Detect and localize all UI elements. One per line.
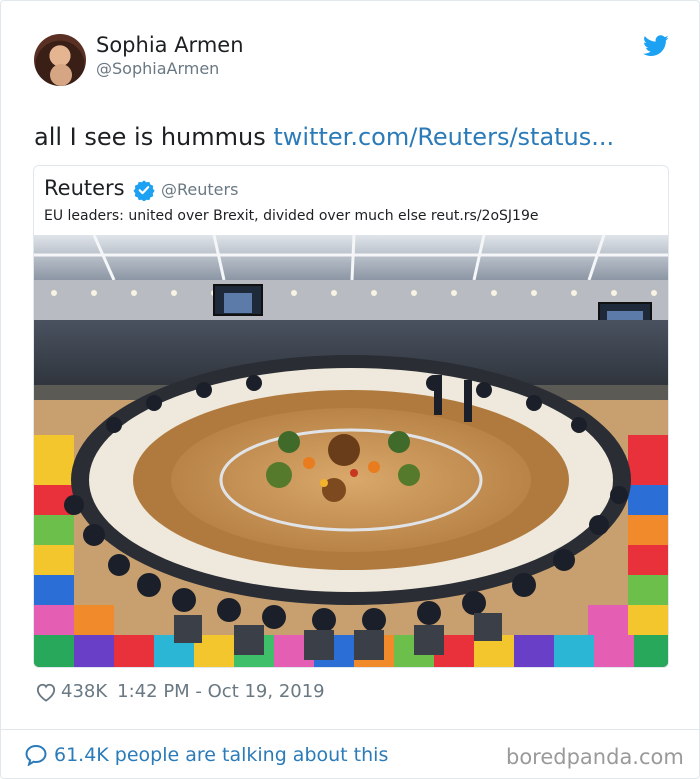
conversation-link[interactable]: 61.4K people are talking about this	[24, 744, 388, 766]
tweet-body: all I see is hummus	[34, 123, 266, 151]
tweet-timestamp[interactable]: 1:42 PM - Oct 19, 2019	[117, 681, 324, 702]
quoted-tweet-text: EU leaders: united over Brexit, divided …	[44, 208, 539, 224]
quoted-tweet[interactable]: Reuters @Reuters EU leaders: united over…	[33, 165, 669, 668]
like-count[interactable]: 438K	[61, 681, 107, 702]
footer-divider	[1, 729, 699, 730]
watermark: boredpanda.com	[506, 745, 684, 769]
author-name[interactable]: Sophia Armen	[96, 33, 244, 57]
quoted-tweet-photo[interactable]	[34, 235, 668, 667]
author-handle[interactable]: @SophiaArmen	[96, 59, 219, 78]
tweet-link[interactable]: twitter.com/Reuters/status...	[273, 123, 614, 151]
tweet-text: all I see is hummus twitter.com/Reuters/…	[34, 123, 614, 151]
twitter-bird-icon[interactable]	[643, 35, 669, 57]
verified-badge-icon	[133, 180, 155, 201]
quoted-author-handle[interactable]: @Reuters	[161, 180, 238, 199]
tweet-card: Sophia Armen @SophiaArmen all I see is h…	[0, 0, 700, 779]
tweet-meta: 438K 1:42 PM - Oct 19, 2019	[35, 681, 325, 702]
conversation-text[interactable]: 61.4K people are talking about this	[54, 744, 388, 766]
quoted-author-name[interactable]: Reuters	[44, 176, 125, 200]
heart-icon[interactable]	[35, 682, 57, 702]
speech-bubble-icon	[25, 744, 47, 766]
author-avatar[interactable]	[34, 34, 86, 86]
